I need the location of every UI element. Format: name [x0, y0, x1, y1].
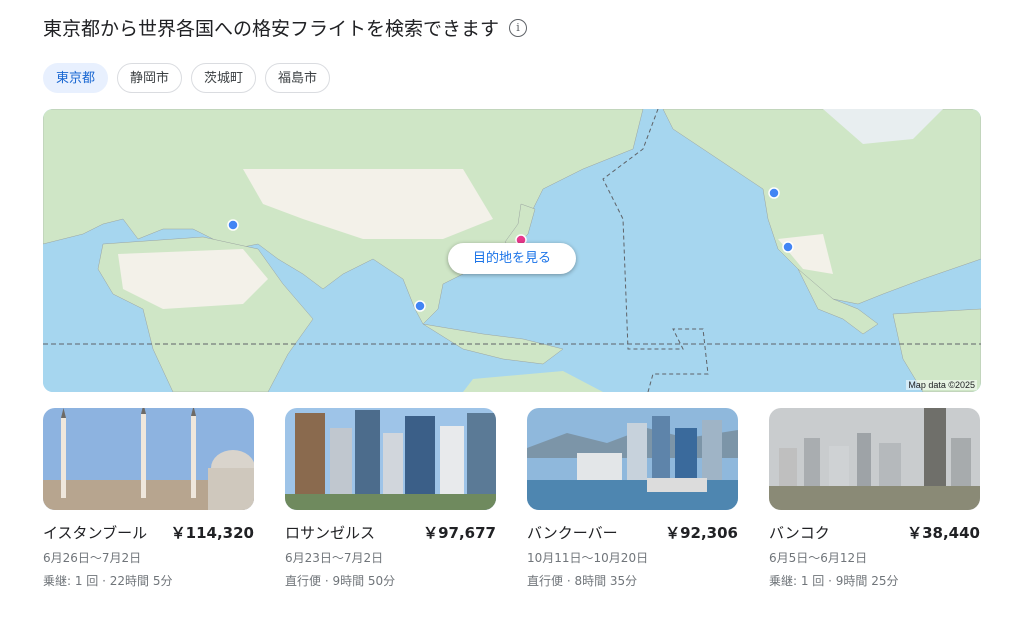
destination-city: バンコク: [769, 524, 830, 542]
destination-image-los-angeles[interactable]: [285, 408, 496, 510]
destination-card-bangkok[interactable]: バンコク ￥38,440 6月5日〜6月12日 乗継: 1 回 · 9時間 25…: [769, 408, 980, 589]
header: 東京都から世界各国への格安フライトを検索できます i: [43, 14, 528, 41]
destination-image-bangkok[interactable]: [769, 408, 980, 510]
destination-route: 乗継: 1 回 · 9時間 25分: [769, 574, 899, 588]
origin-chip-ibaraki[interactable]: 茨城町: [191, 63, 257, 93]
destination-city: バンクーバー: [527, 524, 618, 542]
destination-route: 直行便 · 9時間 50分: [285, 574, 396, 588]
destination-city: イスタンブール: [43, 524, 148, 542]
page-title: 東京都から世界各国への格安フライトを検索できます: [43, 18, 500, 40]
origin-chips: 東京都 静岡市 茨城町 福島市: [43, 63, 331, 93]
destination-card-vancouver[interactable]: バンクーバー ￥92,306 10月11日〜10月20日 直行便 · 8時間 3…: [527, 408, 738, 589]
destination-route: 直行便 · 8時間 35分: [527, 574, 638, 588]
destination-dates: 10月11日〜10月20日: [527, 551, 649, 565]
explore-destinations-button[interactable]: 目的地を見る: [448, 243, 576, 274]
origin-chip-shizuoka[interactable]: 静岡市: [117, 63, 183, 93]
destination-image-istanbul[interactable]: [43, 408, 254, 510]
pin-bangkok: [414, 300, 426, 312]
destination-city: ロサンゼルス: [285, 524, 376, 542]
destination-route: 乗継: 1 回 · 22時間 5分: [43, 574, 173, 588]
destination-dates: 6月5日〜6月12日: [769, 551, 868, 565]
destination-dates: 6月26日〜7月2日: [43, 551, 142, 565]
origin-chip-tokyo[interactable]: 東京都: [43, 63, 109, 93]
destination-card-los-angeles[interactable]: ロサンゼルス ￥97,677 6月23日〜7月2日 直行便 · 9時間 50分: [285, 408, 496, 589]
pin-los-angeles: [782, 241, 794, 253]
destination-dates: 6月23日〜7月2日: [285, 551, 384, 565]
destination-image-vancouver[interactable]: [527, 408, 738, 510]
destination-price: ￥114,320: [170, 524, 254, 542]
pin-vancouver: [768, 187, 780, 199]
origin-chip-fukushima[interactable]: 福島市: [265, 63, 331, 93]
destination-price: ￥97,677: [423, 524, 496, 542]
destination-card-istanbul[interactable]: イスタンブール ￥114,320 6月26日〜7月2日 乗継: 1 回 · 22…: [43, 408, 254, 589]
info-icon[interactable]: i: [509, 18, 528, 37]
destination-cards: イスタンブール ￥114,320 6月26日〜7月2日 乗継: 1 回 · 22…: [43, 408, 980, 589]
destination-map[interactable]: 目的地を見る Map data ©2025: [43, 109, 981, 392]
pin-istanbul: [227, 219, 239, 231]
destination-price: ￥38,440: [907, 524, 980, 542]
map-credit: Map data ©2025: [906, 380, 977, 390]
destination-price: ￥92,306: [665, 524, 738, 542]
